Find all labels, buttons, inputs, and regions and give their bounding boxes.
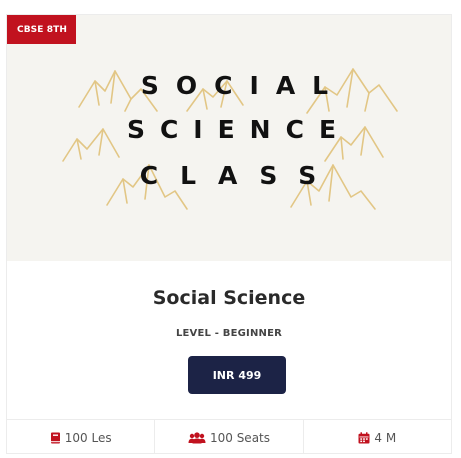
course-level: LEVEL - BEGINNER <box>175 328 283 339</box>
course-stats: 100 Les 100 Seats 4 M <box>7 419 451 453</box>
banner-title-line-3: CLASS <box>139 161 339 190</box>
seats-stat: 100 Seats <box>155 420 304 453</box>
users-icon <box>188 432 206 444</box>
category-badge: CBSE 8TH <box>7 15 76 44</box>
course-banner[interactable]: CBSE 8TH SOCIAL SCIENCE CLASS <box>7 15 451 261</box>
course-title[interactable]: Social Science <box>7 287 451 309</box>
lessons-count: 100 Les <box>64 431 112 445</box>
book-icon <box>50 432 60 444</box>
price-button[interactable]: INR 499 <box>188 356 286 394</box>
banner-title-line-1: SOCIAL <box>140 71 346 100</box>
banner-title-line-2: SCIENCE <box>126 115 352 144</box>
calendar-icon <box>358 432 370 444</box>
course-card[interactable]: CBSE 8TH SOCIAL SCIENCE CLASS Social Sci… <box>6 14 452 454</box>
price-label: INR 499 <box>212 368 262 382</box>
duration-value: 4 M <box>374 431 397 445</box>
seats-count: 100 Seats <box>209 431 270 445</box>
duration-stat: 4 M <box>304 420 451 453</box>
lessons-stat: 100 Les <box>7 420 156 453</box>
